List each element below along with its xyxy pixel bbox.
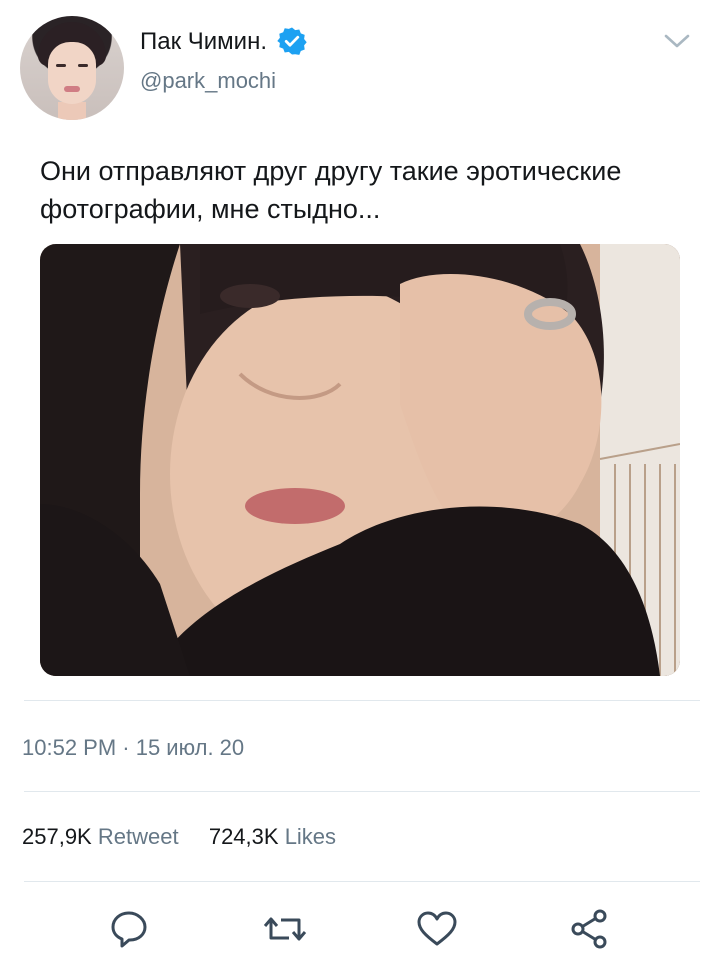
reply-icon[interactable] [106,906,152,952]
photo-illustration [40,244,680,676]
retweets-label[interactable]: Retweet [98,824,179,849]
retweets-count[interactable]: 257,9K [22,824,92,849]
avatar-face [48,42,96,104]
tweet-text: Они отправляют друг другу такие эротичес… [40,156,622,224]
likes-count[interactable]: 724,3K [209,824,279,849]
avatar-eye [78,64,88,67]
divider [24,700,700,701]
chevron-down-icon[interactable] [662,28,692,52]
divider [24,791,700,792]
divider [24,881,700,882]
display-name[interactable]: Пак Чимин. [140,28,267,56]
avatar[interactable] [20,16,124,120]
tweet-header: Пак Чимин. @park_mochi [0,0,720,130]
avatar-lips [64,86,80,92]
retweet-icon[interactable] [262,906,308,952]
tweet-actions [0,900,720,962]
likes-label[interactable]: Likes [285,824,336,849]
tweet-timestamp[interactable]: 10:52 PM · 15 июл. 20 [22,735,244,761]
user-handle[interactable]: @park_mochi [140,68,276,94]
avatar-neck [58,102,86,120]
verified-badge-icon [277,27,307,55]
avatar-eye [56,64,66,67]
tweet-photo[interactable] [40,244,680,676]
tweet-stats: 257,9K Retweet 724,3K Likes [22,824,336,850]
heart-icon[interactable] [414,906,460,952]
share-icon[interactable] [566,906,612,952]
